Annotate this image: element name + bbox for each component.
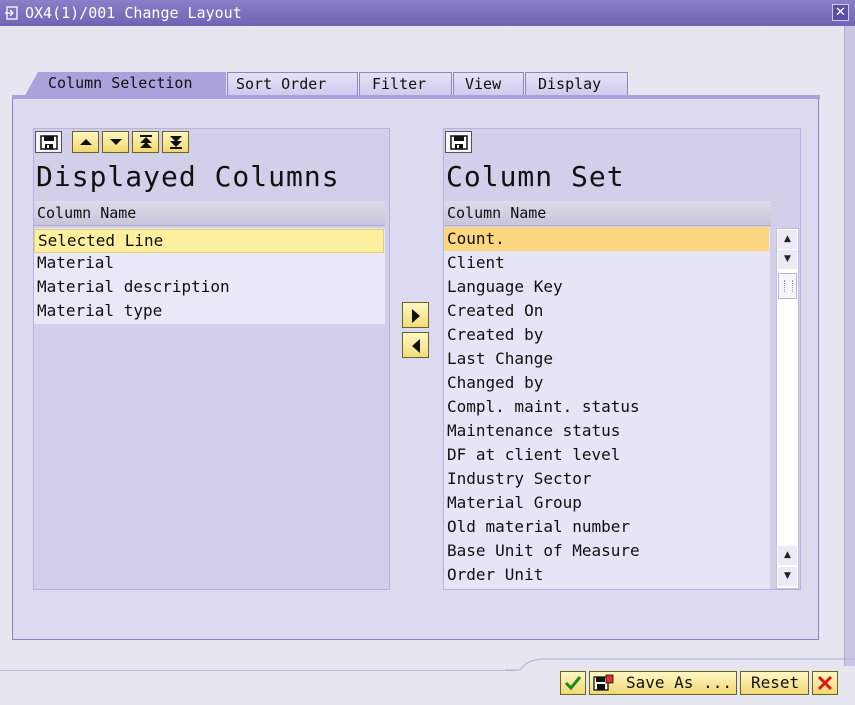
move-up-icon: [80, 139, 92, 145]
move-down-icon: [110, 139, 122, 145]
list-item[interactable]: Order Unit: [444, 563, 769, 587]
tab-display[interactable]: Display: [525, 72, 628, 95]
list-item[interactable]: Client: [444, 251, 769, 275]
save-as-label: Save As ...: [626, 673, 732, 692]
tab-view[interactable]: View: [453, 72, 524, 95]
chevron-down-icon: ▼: [784, 571, 791, 581]
save-as-button[interactable]: Save As ...: [589, 671, 737, 695]
reset-button[interactable]: Reset: [740, 671, 809, 695]
arrow-left-icon: [412, 339, 420, 353]
list-item[interactable]: Material Group: [444, 491, 769, 515]
save-layout-button[interactable]: [35, 131, 62, 153]
list-item[interactable]: Created by: [444, 323, 769, 347]
chevron-down-icon: ▼: [784, 254, 791, 264]
title-bar: OX4(1)/001 Change Layout ✕: [0, 0, 855, 26]
tab-label: Filter: [372, 75, 427, 93]
move-top-button[interactable]: [132, 131, 159, 153]
tab-label: View: [465, 75, 502, 93]
list-item[interactable]: Changed by: [444, 371, 769, 395]
grip-icon: [784, 280, 793, 292]
list-item[interactable]: Compl. maint. status: [444, 395, 769, 419]
column-set-heading: Column Set: [446, 160, 625, 193]
tab-sort-order[interactable]: Sort Order: [227, 72, 358, 95]
save-icon: [450, 135, 468, 150]
save-column-set-button[interactable]: [445, 131, 472, 153]
tab-label: Column Selection: [48, 74, 193, 92]
page-up-button[interactable]: ▲: [778, 546, 797, 565]
save-icon: [40, 135, 58, 150]
column-name-header[interactable]: Column Name: [34, 201, 385, 226]
list-item[interactable]: Material: [34, 251, 385, 275]
column-name-header[interactable]: Column Name: [444, 201, 771, 226]
list-item[interactable]: Material description: [34, 275, 385, 299]
scroll-down-button[interactable]: ▼: [778, 567, 797, 586]
window-right-edge: [844, 26, 855, 666]
window-menu-icon[interactable]: [4, 5, 20, 21]
list-item[interactable]: Count.: [444, 227, 769, 251]
save-as-icon: [593, 674, 614, 691]
confirm-button[interactable]: [560, 671, 586, 695]
page-down-button[interactable]: ▼: [778, 250, 797, 269]
list-item[interactable]: Created On: [444, 299, 769, 323]
move-bottom-icon: [170, 136, 182, 149]
arrow-right-icon: [412, 309, 420, 323]
list-item[interactable]: Language Key: [444, 275, 769, 299]
list-item[interactable]: Material type: [34, 299, 385, 323]
list-item[interactable]: Old material number: [444, 515, 769, 539]
reset-label: Reset: [751, 673, 800, 692]
chevron-up-icon: ▲: [784, 234, 791, 244]
tab-label: Sort Order: [236, 75, 327, 93]
move-down-button[interactable]: [102, 131, 129, 153]
window-title: OX4(1)/001 Change Layout: [25, 4, 242, 22]
list-item[interactable]: Selected Line: [34, 229, 384, 253]
displayed-columns-heading: Displayed Columns: [36, 160, 340, 193]
scrollbar-thumb[interactable]: [778, 273, 797, 299]
scroll-up-button[interactable]: ▲: [778, 230, 797, 249]
list-item[interactable]: DF at client level: [444, 443, 769, 467]
checkmark-icon: [564, 676, 582, 691]
tab-filter[interactable]: Filter: [359, 72, 452, 95]
footer-divider: [505, 658, 855, 671]
cancel-icon: [817, 675, 833, 691]
chevron-up-icon: ▲: [784, 550, 791, 560]
displayed-columns-panel: [33, 128, 390, 590]
list-item[interactable]: Last Change: [444, 347, 769, 371]
vertical-scrollbar[interactable]: ▲ ▼ ▲ ▼: [776, 228, 799, 589]
list-item[interactable]: Industry Sector: [444, 467, 769, 491]
list-item[interactable]: Maintenance status: [444, 419, 769, 443]
move-bottom-button[interactable]: [162, 131, 189, 153]
footer-line: [0, 670, 515, 671]
cancel-button[interactable]: [812, 671, 838, 695]
move-up-button[interactable]: [72, 131, 99, 153]
close-icon: ✕: [835, 5, 846, 20]
close-window-button[interactable]: ✕: [832, 4, 849, 21]
tab-label: Display: [538, 75, 602, 93]
list-item[interactable]: Base Unit of Measure: [444, 539, 769, 563]
add-column-button[interactable]: [402, 302, 429, 328]
tab-column-selection[interactable]: Column Selection: [24, 72, 226, 97]
move-top-icon: [140, 135, 152, 148]
remove-column-button[interactable]: [402, 332, 429, 358]
